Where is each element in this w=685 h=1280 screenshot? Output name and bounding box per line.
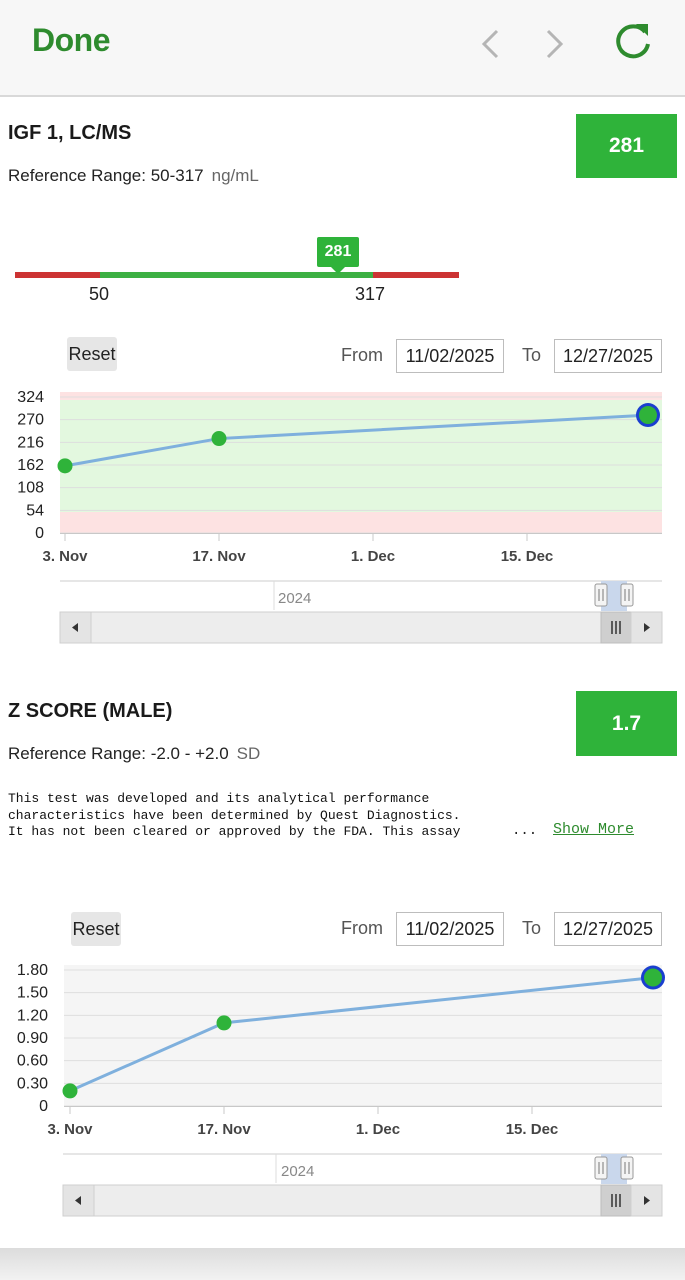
disclaimer-text: This test was developed and its analytic… [8,791,460,841]
x-tick-label: 15. Dec [506,1121,559,1138]
range-high-label: 317 [355,284,386,304]
from-date-input[interactable]: 11/02/2025 [396,912,504,946]
y-tick-label: 216 [17,434,44,451]
y-tick-label: 324 [17,389,44,406]
from-label: From [341,345,383,365]
y-tick-label: 0.30 [17,1075,48,1092]
navigator-year-label: 2024 [278,590,312,607]
refresh-icon[interactable] [610,18,656,64]
disclaimer-line: This test was developed and its analytic… [8,791,430,806]
to-label: To [522,345,542,365]
range-marker-badge: 281 [317,237,359,274]
range-bar-high [373,272,459,278]
reference-band [60,512,662,533]
reset-button[interactable]: Reset [71,912,121,946]
y-tick-label: 0.60 [17,1053,48,1070]
x-tick-label: 17. Nov [197,1121,251,1138]
x-tick-label: 1. Dec [356,1121,400,1138]
y-tick-label: 270 [17,412,44,429]
unit-label: SD [236,744,261,763]
data-point [216,1015,232,1031]
navigator-handle [620,1156,634,1180]
scrollbar-track [62,1184,663,1217]
data-point [57,458,73,474]
show-more-link[interactable]: Show More [553,821,634,838]
test-title: IGF 1, LC/MS [8,122,132,144]
y-tick-label: 1.80 [17,962,48,979]
x-tick-label: 3. Nov [42,548,88,565]
y-tick-label: 0 [35,525,44,542]
test-title: Z SCORE (MALE) [8,700,173,722]
range-low-label: 50 [89,284,110,304]
x-tick-label: 15. Dec [501,548,554,565]
to-label: To [522,918,542,938]
line-chart: 1.80 1.50 1.20 0.90 0.60 0.30 0 3. Nov 17. Nov 1.… [17,962,665,1138]
navigator-year-label: 2024 [281,1163,315,1180]
selected-data-point [639,406,657,425]
reset-button[interactable]: Reset [67,337,117,371]
range-bar-low [15,272,100,278]
chevron-right-icon[interactable] [534,24,574,64]
top-bar: Done [0,0,685,97]
ellipsis: ... [512,823,538,839]
y-tick-label: 108 [17,480,44,497]
from-label: From [341,918,383,938]
y-tick-label: 162 [17,457,44,474]
y-tick-label: 1.20 [17,1007,48,1024]
y-tick-label: 54 [26,502,44,519]
chevron-left-icon[interactable] [471,24,511,64]
done-button[interactable]: Done [32,22,111,59]
result-value-badge: 1.7 [576,691,677,756]
y-tick-label: 0 [39,1098,48,1115]
data-point [211,431,227,447]
to-date-input[interactable]: 12/27/2025 [554,912,662,946]
disclaimer-line: It has not been cleared or approved by t… [8,824,461,839]
line-chart: 324 270 216 162 108 54 0 3. Nov 17. Nov 1. Dec 15.… [17,389,662,565]
bottom-edge [0,1248,685,1280]
reference-range-text: Reference Range: 50-317 [8,166,204,185]
chart-navigator[interactable] [0,1151,685,1221]
scrollbar-track [59,611,663,644]
unit-label: ng/mL [211,166,259,185]
from-date-input[interactable]: 11/02/2025 [396,339,504,373]
reference-band [60,392,662,400]
x-tick-label: 3. Nov [47,1121,93,1138]
reference-range-text: Reference Range: -2.0 - +2.0 [8,744,229,763]
selected-data-point [644,968,662,987]
to-date-input[interactable]: 12/27/2025 [554,339,662,373]
reference-band [60,399,662,513]
navigator-handle [594,583,608,607]
disclaimer-line: characteristics have been determined by … [8,807,461,823]
chart-navigator[interactable] [0,578,685,648]
navigator-handle [594,1156,608,1180]
result-value-badge: 281 [576,114,677,178]
x-tick-label: 1. Dec [351,548,395,565]
data-point [62,1083,78,1099]
y-tick-label: 1.50 [17,985,48,1002]
y-tick-label: 0.90 [17,1030,48,1047]
reference-range: Reference Range: -2.0 - +2.0 SD [8,744,260,764]
range-bar [15,272,459,278]
navigator-handle [620,583,634,607]
reference-range: Reference Range: 50-317 ng/mL [8,166,259,186]
x-tick-label: 17. Nov [192,548,246,565]
